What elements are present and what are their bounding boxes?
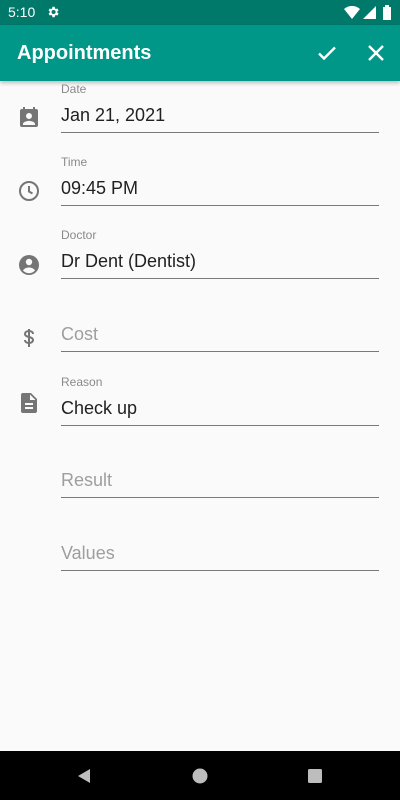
- cost-field[interactable]: Cost: [61, 317, 379, 352]
- recents-icon[interactable]: [306, 767, 324, 785]
- page-title: Appointments: [17, 42, 152, 64]
- settings-icon: [48, 6, 59, 18]
- values-field[interactable]: Values: [61, 536, 379, 571]
- close-icon[interactable]: [364, 41, 388, 65]
- values-input[interactable]: Values: [61, 536, 379, 571]
- reason-value[interactable]: Check up: [61, 391, 379, 426]
- account-icon: [19, 255, 39, 275]
- result-field[interactable]: Result: [61, 463, 379, 498]
- home-icon[interactable]: [191, 767, 209, 785]
- date-value[interactable]: Jan 21, 2021: [61, 98, 379, 133]
- date-field[interactable]: Date Jan 21, 2021: [61, 82, 379, 133]
- calendar-icon: [20, 107, 38, 127]
- doctor-field[interactable]: Doctor Dr Dent (Dentist): [61, 228, 379, 279]
- doctor-value[interactable]: Dr Dent (Dentist): [61, 244, 379, 279]
- cost-input[interactable]: Cost: [61, 317, 379, 352]
- doctor-label: Doctor: [61, 228, 97, 242]
- date-label: Date: [61, 82, 87, 96]
- clock-icon: [19, 181, 39, 201]
- signal-icon: [363, 6, 376, 19]
- document-icon: [21, 393, 37, 413]
- time-value[interactable]: 09:45 PM: [61, 171, 379, 206]
- reason-label: Reason: [61, 375, 103, 389]
- navigation-bar: [0, 751, 400, 800]
- app-bar: Appointments: [0, 25, 400, 81]
- result-input[interactable]: Result: [61, 463, 379, 498]
- battery-icon: [383, 5, 391, 20]
- dollar-icon: [23, 329, 35, 347]
- back-icon[interactable]: [75, 767, 93, 785]
- status-bar: 5:10: [0, 0, 400, 25]
- reason-field[interactable]: Reason Check up: [61, 375, 379, 426]
- check-icon[interactable]: [315, 41, 339, 65]
- time-label: Time: [61, 155, 88, 169]
- time-field[interactable]: Time 09:45 PM: [61, 155, 379, 206]
- status-time: 5:10: [8, 4, 36, 20]
- wifi-icon: [344, 6, 360, 19]
